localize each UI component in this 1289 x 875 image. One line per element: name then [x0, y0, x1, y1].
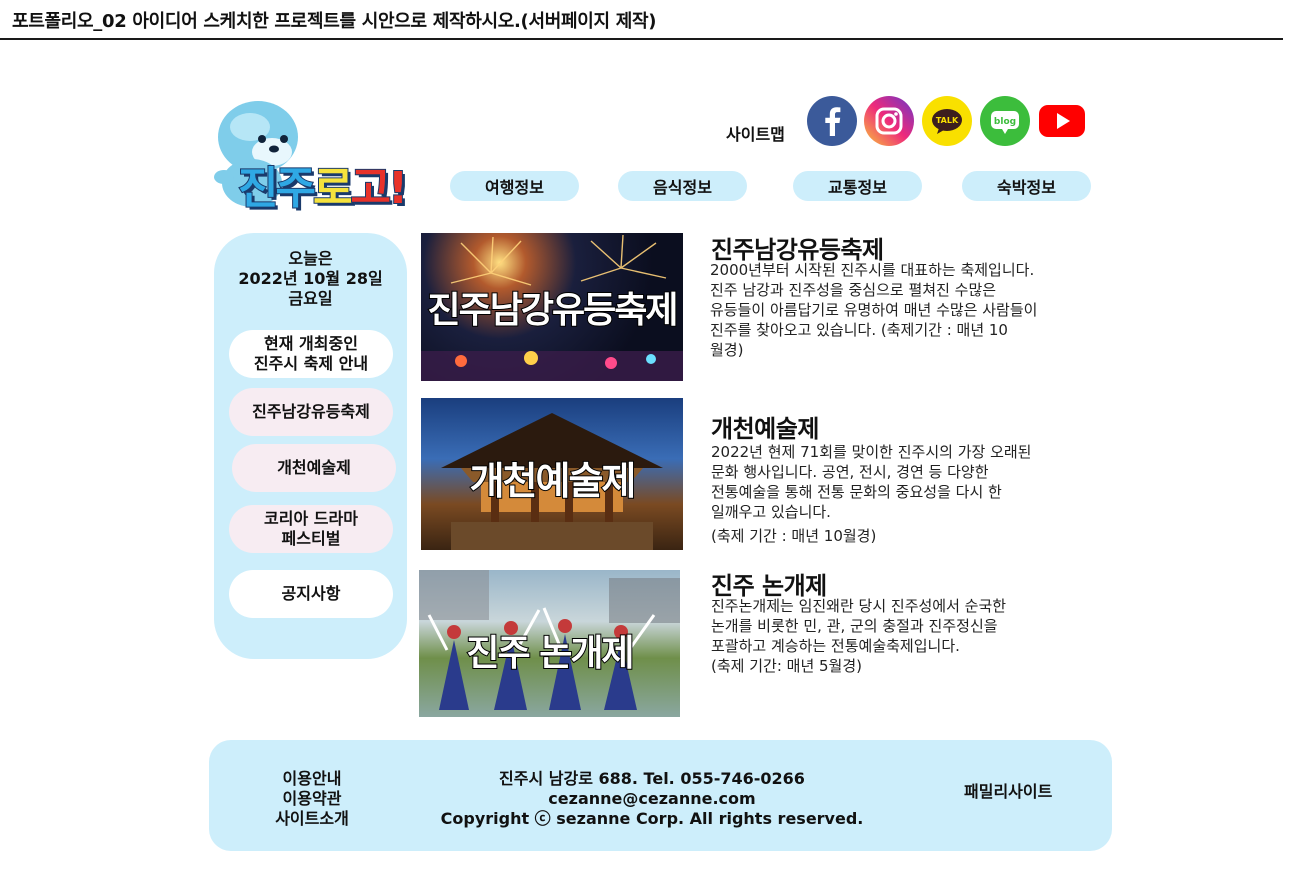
blog-label: blog	[994, 117, 1016, 127]
footer-info: 진주시 남강로 688. Tel. 055-746-0266 cezanne@c…	[419, 769, 885, 829]
today-date: 오늘은 2022년 10월 28일 금요일	[214, 249, 407, 309]
nav-travel-info[interactable]: 여행정보	[450, 171, 579, 201]
instagram-icon[interactable]	[864, 96, 914, 146]
page-title: 포트폴리오_02 아이디어 스케치한 프로젝트를 시안으로 제작하시오.(서버페…	[12, 11, 657, 32]
kakaotalk-icon[interactable]: TALK	[922, 96, 972, 146]
sidebar-item-current-festival[interactable]: 현재 개최중인 진주시 축제 안내	[229, 330, 393, 378]
sidebar-item-drama-festival[interactable]: 코리아 드라마 페스티벌	[229, 505, 393, 553]
image-caption: 개천예술제	[469, 458, 638, 504]
sidebar-item-notice[interactable]: 공지사항	[229, 570, 393, 618]
sidebar-item-label: 진주남강유등축제	[252, 402, 370, 421]
logo-text: 진주로고!	[237, 162, 409, 215]
footer-link-guide[interactable]: 이용안내	[257, 769, 367, 789]
lantern-festival-image[interactable]: 진주남강유등축제	[421, 233, 683, 381]
logo-char: !	[387, 162, 409, 215]
blog-icon[interactable]: blog	[980, 96, 1030, 146]
date-line: 오늘은	[288, 249, 333, 268]
footer-links: 이용안내 이용약관 사이트소개	[257, 769, 367, 829]
sidebar-item-lantern-festival[interactable]: 진주남강유등축제	[229, 388, 393, 436]
sidebar-item-label: 페스티벌	[281, 529, 341, 548]
festival-description: 진주논개제는 임진왜란 당시 진주성에서 순국한 논개를 비롯한 민, 관, 군…	[711, 597, 1007, 675]
sidebar-item-label: 공지사항	[281, 584, 341, 603]
footer: 이용안내 이용약관 사이트소개 진주시 남강로 688. Tel. 055-74…	[209, 740, 1112, 851]
image-caption: 진주남강유등축제	[427, 289, 680, 332]
footer-address: 진주시 남강로 688. Tel. 055-746-0266	[499, 769, 805, 788]
footer-email: cezanne@cezanne.com	[548, 789, 756, 808]
sidebar-item-label: 현재 개최중인	[264, 334, 358, 353]
festival-description: 2022년 현제 71회를 맞이한 진주시의 가장 오래된 문화 행사입니다. …	[711, 443, 1032, 521]
page-header: 포트폴리오_02 아이디어 스케치한 프로젝트를 시안으로 제작하시오.(서버페…	[0, 0, 1283, 40]
site-logo[interactable]: 진주로고!	[208, 97, 409, 222]
festival-description: 2000년부터 시작된 진주시를 대표하는 축제입니다. 진주 남강과 진주성을…	[710, 261, 1038, 359]
festival-period: (축제 기간 : 매년 10월경)	[711, 527, 877, 545]
footer-link-about[interactable]: 사이트소개	[257, 809, 367, 829]
logo-char: 고	[349, 162, 392, 215]
sidebar: 오늘은 2022년 10월 28일 금요일 현재 개최중인 진주시 축제 안내 진…	[214, 233, 407, 659]
sidebar-item-gaecheon-festival[interactable]: 개천예술제	[232, 444, 396, 492]
sidebar-item-label: 진주시 축제 안내	[253, 354, 369, 373]
nongae-festival-image[interactable]: 진주 논개제	[419, 570, 680, 717]
kakao-label: TALK	[936, 116, 959, 125]
sidebar-item-label: 개천예술제	[277, 458, 351, 477]
footer-copyright: Copyright ⓒ sezanne Corp. All rights res…	[440, 809, 864, 828]
nav-transport-info[interactable]: 교통정보	[793, 171, 922, 201]
gaecheon-festival-image[interactable]: 개천예술제	[421, 398, 683, 550]
festival-title: 개천예술제	[711, 415, 819, 443]
nav-lodging-info[interactable]: 숙박정보	[962, 171, 1091, 201]
footer-link-terms[interactable]: 이용약관	[257, 789, 367, 809]
nav-food-info[interactable]: 음식정보	[618, 171, 747, 201]
image-caption: 진주 논개제	[465, 632, 635, 675]
logo-char: 주	[274, 162, 317, 215]
logo-char: 진	[237, 162, 280, 215]
sidebar-item-label: 코리아 드라마	[264, 509, 358, 528]
date-line: 2022년 10월 28일	[238, 269, 383, 288]
logo-char: 로	[312, 162, 355, 215]
facebook-icon[interactable]	[807, 96, 857, 146]
sitemap-link[interactable]: 사이트맵	[726, 121, 785, 145]
family-site-link[interactable]: 패밀리사이트	[964, 778, 1052, 802]
youtube-icon[interactable]	[1037, 96, 1087, 146]
date-line: 금요일	[288, 289, 333, 308]
